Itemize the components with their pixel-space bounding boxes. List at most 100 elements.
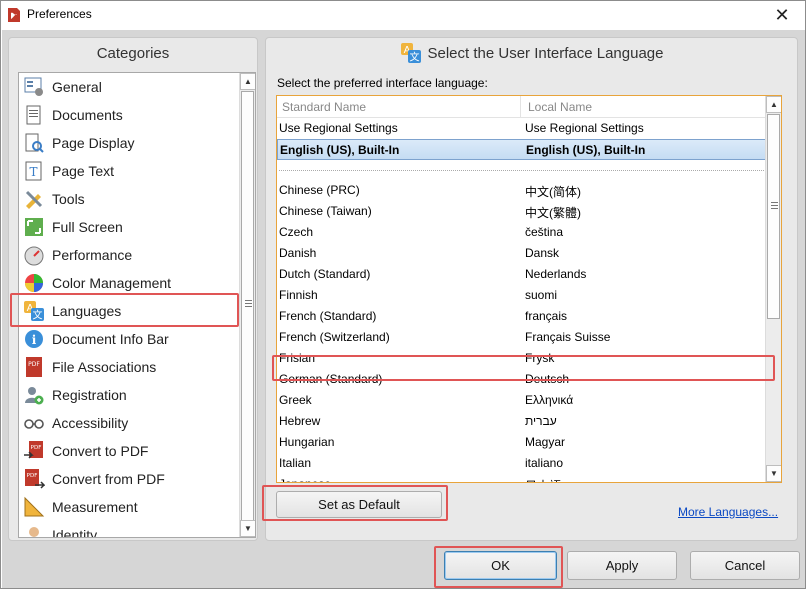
category-accessibility[interactable]: Accessibility <box>19 409 240 437</box>
language-row[interactable]: Dutch (Standard) Nederlands <box>277 264 766 285</box>
language-row[interactable]: Chinese (Taiwan) 中文(繁體) <box>277 201 766 222</box>
info-icon: i <box>23 328 45 350</box>
local-name-cell: italiano <box>525 456 564 470</box>
standard-name-cell: Greek <box>279 393 312 407</box>
close-window-button[interactable]: ✕ <box>759 1 805 30</box>
category-label: Performance <box>52 247 133 263</box>
standard-name-cell: Chinese (Taiwan) <box>279 204 372 218</box>
category-documents[interactable]: Documents <box>19 101 240 129</box>
category-label: Page Text <box>52 163 115 179</box>
ok-button[interactable]: OK <box>444 551 557 580</box>
language-row[interactable]: English (US), Built-In English (US), Buil… <box>277 139 766 160</box>
languages-icon: A文 <box>23 300 45 322</box>
svg-text:PDF: PDF <box>27 473 38 479</box>
category-file-associations[interactable]: PDF File Associations <box>19 353 240 381</box>
standard-name-cell: Use Regional Settings <box>279 121 398 135</box>
scroll-down-arrow[interactable]: ▼ <box>766 465 781 482</box>
svg-text:PDF: PDF <box>31 445 42 451</box>
language-row[interactable]: French (Standard) français <box>277 306 766 327</box>
language-row[interactable]: Italian italiano <box>277 453 766 474</box>
cancel-button[interactable]: Cancel <box>690 551 800 580</box>
language-row[interactable]: Chinese (PRC) 中文(简体) <box>277 180 766 201</box>
app-icon <box>8 8 20 22</box>
language-row[interactable]: Frisian Frysk <box>277 348 766 369</box>
category-document-info-bar[interactable]: i Document Info Bar <box>19 325 240 353</box>
category-convert-to-pdf[interactable]: PDF Convert to PDF <box>19 437 240 465</box>
local-name-cell: Magyar <box>525 435 566 449</box>
standard-name-cell: Frisian <box>279 351 316 365</box>
language-row[interactable]: Use Regional Settings Use Regional Settin… <box>277 118 766 139</box>
local-name-cell: čeština <box>525 225 564 239</box>
category-convert-from-pdf[interactable]: PDF Convert from PDF <box>19 465 240 493</box>
category-label: Languages <box>52 303 122 319</box>
language-row[interactable]: Hebrew עברית <box>277 411 766 432</box>
categories-items: General Documents Page Display T Page Text To… <box>19 73 240 537</box>
category-color-management[interactable]: Color Management <box>19 269 240 297</box>
language-row[interactable]: Greek Ελληνικά <box>277 390 766 411</box>
scroll-up-arrow[interactable]: ▲ <box>766 96 781 113</box>
performance-icon <box>23 244 45 266</box>
category-languages[interactable]: A 文 Languages <box>19 297 240 325</box>
local-name-cell: Deutsch <box>525 372 570 386</box>
general-settings-icon <box>23 76 45 98</box>
page-display-icon <box>23 132 45 154</box>
categories-scrollbar[interactable]: ▲ ▼ <box>239 73 255 537</box>
scroll-up-arrow[interactable]: ▲ <box>240 73 255 90</box>
color-management-icon <box>23 272 45 294</box>
title-bar[interactable]: Preferences ✕ <box>1 1 805 30</box>
language-panel-title: Select the User Interface Language <box>427 44 664 62</box>
category-label: Registration <box>52 387 127 403</box>
standard-name-cell: German (Standard) <box>279 372 383 386</box>
set-as-default-button[interactable]: Set as Default <box>276 491 442 518</box>
column-standard-name[interactable]: Standard Name <box>282 100 366 114</box>
language-row[interactable]: Czech čeština <box>277 222 766 243</box>
language-row[interactable]: Finnish suomi <box>277 285 766 306</box>
local-name-cell: français <box>525 309 568 323</box>
category-performance[interactable]: Performance <box>19 241 240 269</box>
language-list[interactable]: Standard Name Local Name Use Regional Se… <box>276 95 782 483</box>
scroll-thumb[interactable] <box>241 91 254 521</box>
language-prompt: Select the preferred interface language: <box>277 76 488 90</box>
language-row[interactable]: Danish Dansk <box>277 243 766 264</box>
category-page-text[interactable]: T Page Text <box>19 157 240 185</box>
standard-name-cell: Italian <box>279 456 312 470</box>
category-label: Color Management <box>52 275 172 291</box>
language-scrollbar[interactable]: ▲ ▼ <box>765 96 781 482</box>
local-name-cell: Frysk <box>525 351 555 365</box>
local-name-cell: Dansk <box>525 246 560 260</box>
category-label: Page Display <box>52 135 135 151</box>
svg-text:PDF: PDF <box>28 361 40 368</box>
svg-text:i: i <box>32 333 37 347</box>
category-label: Accessibility <box>52 415 129 431</box>
category-identity[interactable]: Identity <box>19 521 240 537</box>
standard-name-cell: French (Standard) <box>279 309 377 323</box>
category-measurement[interactable]: Measurement <box>19 493 240 521</box>
language-row[interactable]: German (Standard) Deutsch <box>277 369 766 390</box>
category-registration[interactable]: Registration <box>19 381 240 409</box>
standard-name-cell: Hebrew <box>279 414 321 428</box>
category-full-screen[interactable]: Full Screen <box>19 213 240 241</box>
category-label: Measurement <box>52 499 138 515</box>
local-name-cell: 日本語 <box>525 477 561 482</box>
standard-name-cell: Danish <box>279 246 317 260</box>
category-page-display[interactable]: Page Display <box>19 129 240 157</box>
window-title: Preferences <box>27 7 92 21</box>
category-tools[interactable]: Tools <box>19 185 240 213</box>
more-languages-link[interactable]: More Languages... <box>678 505 778 519</box>
language-row[interactable]: French (Switzerland) Français Suisse <box>277 327 766 348</box>
language-list-separator <box>279 160 764 171</box>
categories-panel: Categories General Documents Page Display T… <box>8 37 258 541</box>
languages-icon: A 文 <box>400 43 421 64</box>
categories-list[interactable]: General Documents Page Display T Page Text To… <box>18 72 256 538</box>
language-panel: A 文 Select the User Interface Language S… <box>265 37 798 541</box>
apply-button[interactable]: Apply <box>567 551 677 580</box>
category-general[interactable]: General <box>19 73 240 101</box>
scroll-thumb[interactable] <box>767 114 780 319</box>
language-row[interactable]: Japanese 日本語 <box>277 474 766 482</box>
accessibility-glasses-icon <box>23 412 45 434</box>
language-row[interactable]: Hungarian Magyar <box>277 432 766 453</box>
scroll-down-arrow[interactable]: ▼ <box>240 520 255 537</box>
standard-name-cell: French (Switzerland) <box>279 330 390 344</box>
convert-from-pdf-icon: PDF <box>23 468 45 490</box>
column-local-name[interactable]: Local Name <box>528 100 592 114</box>
